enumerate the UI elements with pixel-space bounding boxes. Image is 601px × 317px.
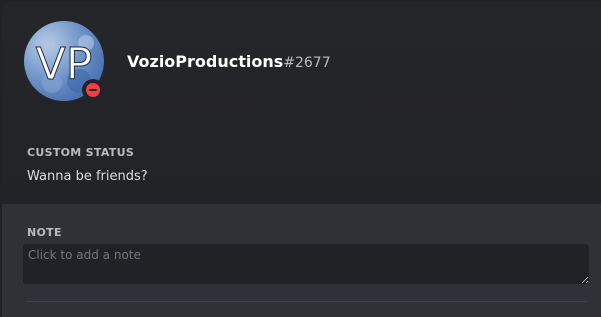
divider xyxy=(27,301,587,302)
dnd-icon xyxy=(86,83,100,97)
name-tag[interactable]: VozioProductions#2677 xyxy=(127,52,331,71)
avatar-container[interactable]: VP xyxy=(24,21,106,103)
username: VozioProductions xyxy=(127,52,284,71)
status-indicator xyxy=(82,79,104,101)
discriminator: #2677 xyxy=(283,55,331,71)
profile-body: NOTE xyxy=(2,204,601,317)
custom-status-text: Wanna be friends? xyxy=(27,169,148,184)
user-profile-popout: VP VozioProductions#2677 CUSTOM STATUS W… xyxy=(2,2,601,317)
custom-status-title: CUSTOM STATUS xyxy=(27,146,135,159)
note-title: NOTE xyxy=(27,226,62,239)
note-input[interactable] xyxy=(23,244,589,284)
profile-header: VP VozioProductions#2677 CUSTOM STATUS W… xyxy=(2,2,601,204)
